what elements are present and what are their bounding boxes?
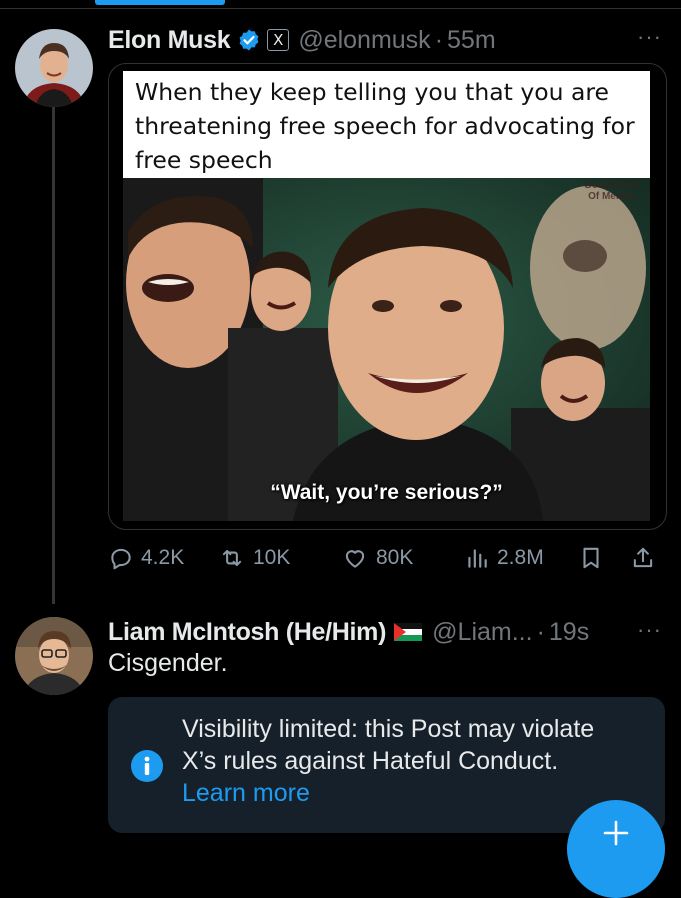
tweet-header: Elon Musk X @elonmusk · 55m <box>108 22 496 58</box>
reply-author-handle[interactable]: @Liam... <box>432 618 532 647</box>
thread-connector-line <box>52 104 55 604</box>
plus-icon <box>603 820 629 846</box>
heart-icon <box>345 550 365 568</box>
media-card[interactable]: When they keep telling you that you are … <box>108 63 667 530</box>
like-button[interactable]: 80K <box>341 540 413 576</box>
like-count: 80K <box>376 546 414 569</box>
notice-line-1: Visibility limited: this Post may violat… <box>182 715 595 743</box>
compose-button[interactable] <box>567 800 665 898</box>
author-name[interactable]: Elon Musk <box>108 26 231 55</box>
reply-count: 4.2K <box>141 546 185 569</box>
bookmark-icon <box>583 547 599 569</box>
reply-header: Liam McIntosh (He/Him) @Liam... · 19s <box>108 614 589 650</box>
reply-more-options-button[interactable]: ··· <box>637 617 662 643</box>
meme-photo <box>123 178 650 521</box>
x-affiliate-icon[interactable]: X <box>267 29 290 51</box>
share-icon <box>633 547 653 568</box>
repost-count: 10K <box>253 546 291 569</box>
views-count: 2.8M <box>497 546 544 569</box>
reply-author-name[interactable]: Liam McIntosh (He/Him) <box>108 618 386 647</box>
meme-caption: When they keep telling you that you are … <box>123 71 650 178</box>
post-time[interactable]: 55m <box>447 26 496 55</box>
verified-icon[interactable] <box>237 28 261 52</box>
bookmark-button[interactable] <box>578 540 611 576</box>
author-handle[interactable]: @elonmusk <box>298 26 430 55</box>
action-bar: 4.2K 10K 80K 2.8M <box>108 540 668 576</box>
reply-time[interactable]: 19s <box>549 618 589 647</box>
separator-dot: · <box>434 25 444 54</box>
watermark: Declaration Of Memes <box>584 180 640 202</box>
reply-text: Cisgender. <box>108 649 228 677</box>
separator-dot: · <box>536 617 545 646</box>
meme-subtitle: “Wait, you’re serious?” <box>270 481 503 504</box>
views-icon <box>468 549 487 568</box>
repost-icon <box>222 549 242 567</box>
reply-author-avatar[interactable] <box>15 617 93 695</box>
learn-more-link[interactable]: Learn more <box>182 777 652 809</box>
views-button[interactable]: 2.8M <box>464 540 544 576</box>
reply-icon <box>111 548 131 570</box>
share-button[interactable] <box>630 540 663 576</box>
palestine-flag-icon <box>394 623 423 641</box>
active-tab-indicator <box>95 0 225 5</box>
author-avatar[interactable] <box>15 29 93 107</box>
repost-button[interactable]: 10K <box>218 540 290 576</box>
reply-button[interactable]: 4.2K <box>108 540 184 576</box>
info-icon <box>131 750 163 782</box>
notice-line-2: X’s rules against Hateful Conduct. <box>182 747 559 775</box>
more-options-button[interactable]: ··· <box>637 24 662 50</box>
